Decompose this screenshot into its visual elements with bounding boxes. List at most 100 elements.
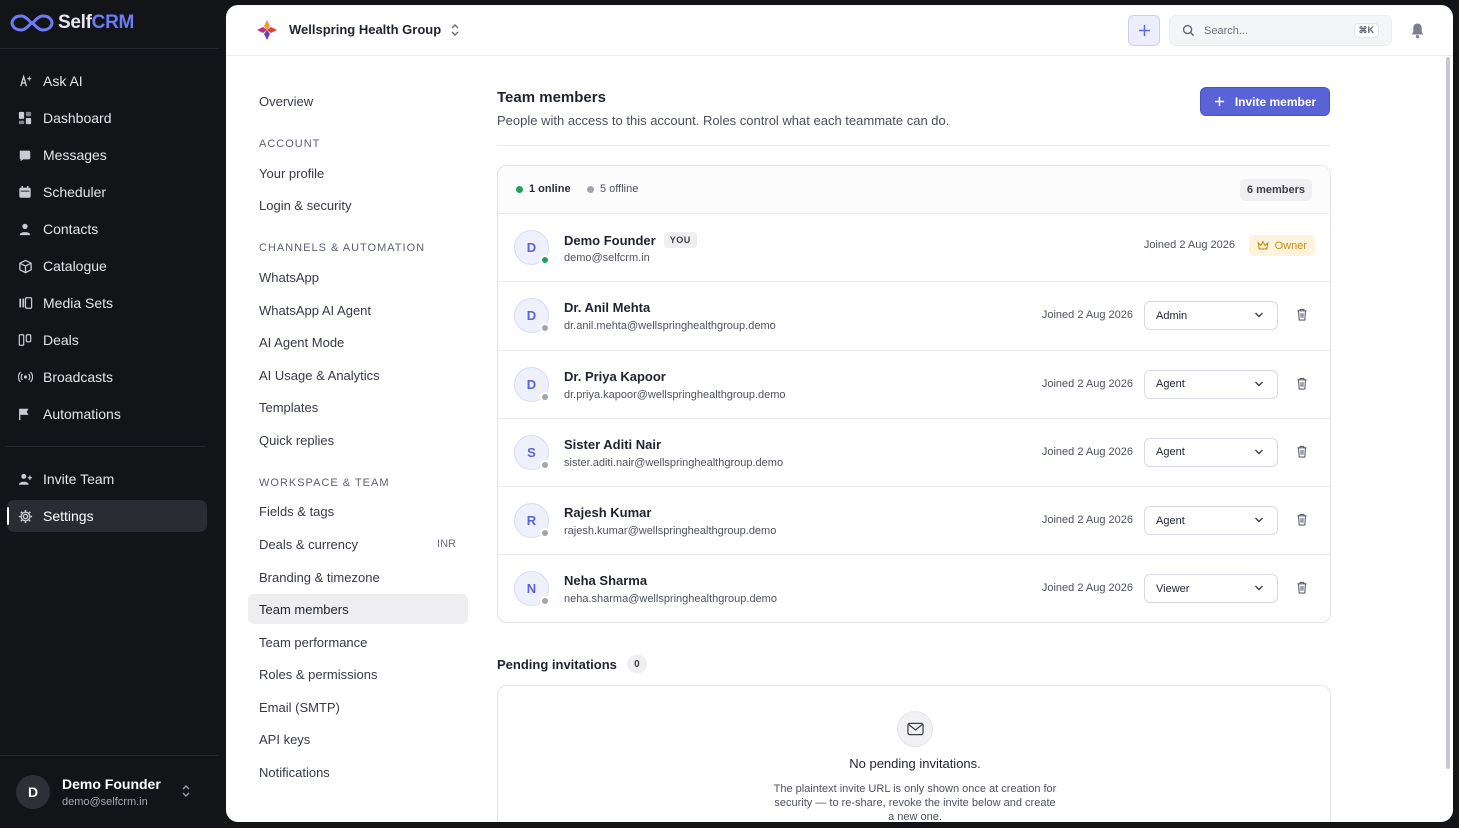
settings-nav-fields-tags[interactable]: Fields & tags xyxy=(248,496,468,526)
member-joined: Joined 2 Aug 2026 xyxy=(1041,582,1133,595)
user-name: Demo Founder xyxy=(62,776,161,792)
delete-member-icon[interactable] xyxy=(1296,377,1308,395)
currency-badge: INR xyxy=(437,538,456,550)
box-icon xyxy=(17,258,33,274)
pending-invitations-card: No pending invitations. The plaintext in… xyxy=(497,685,1331,822)
global-search[interactable]: ⌘K xyxy=(1169,15,1392,46)
sidebar-item-scheduler[interactable]: Scheduler xyxy=(7,176,207,208)
role-select[interactable]: Viewer xyxy=(1144,574,1278,604)
delete-member-icon[interactable] xyxy=(1296,513,1308,531)
delete-member-icon[interactable] xyxy=(1296,581,1308,599)
settings-nav-team-performance[interactable]: Team performance xyxy=(248,627,468,657)
settings-nav-team-members[interactable]: Team members xyxy=(248,594,468,624)
settings-nav-deals-currency[interactable]: Deals & currency INR xyxy=(248,529,468,559)
bell-icon[interactable] xyxy=(1410,22,1425,44)
sidebar-item-catalogue[interactable]: Catalogue xyxy=(7,250,207,282)
sidebar-item-media-sets[interactable]: Media Sets xyxy=(7,287,207,319)
sidebar-item-messages[interactable]: Messages xyxy=(7,139,207,171)
avatar: D xyxy=(514,366,550,402)
settings-nav-templates[interactable]: Templates xyxy=(248,392,468,422)
invite-member-button[interactable]: Invite member xyxy=(1200,87,1330,116)
org-name[interactable]: Wellspring Health Group xyxy=(289,22,441,37)
empty-state-title: No pending invitations. xyxy=(849,756,981,771)
settings-nav-whatsapp[interactable]: WhatsApp xyxy=(248,262,468,292)
dashboard-icon xyxy=(17,110,33,126)
person-icon xyxy=(17,221,33,237)
divider xyxy=(497,145,1331,146)
main-panel: Wellspring Health Group ⌘K Overview ACCO… xyxy=(226,5,1453,822)
settings-nav-whatsapp-ai-agent[interactable]: WhatsApp AI Agent xyxy=(248,295,468,325)
page-description: People with access to this account. Role… xyxy=(497,113,950,128)
member-email: demo@selfcrm.in xyxy=(564,252,650,264)
status-dot-icon xyxy=(540,459,550,470)
members-card: 1 online 5 offline 6 members D Demo Foun… xyxy=(497,165,1331,623)
avatar: N xyxy=(514,571,550,607)
settings-nav-notifications[interactable]: Notifications xyxy=(248,757,468,787)
settings-nav-api-keys[interactable]: API keys xyxy=(248,724,468,754)
chevron-up-down-icon[interactable] xyxy=(180,784,192,803)
sidebar-item-broadcasts[interactable]: Broadcasts xyxy=(7,361,207,393)
sidebar-item-label: Automations xyxy=(43,406,121,422)
settings-nav-email-smtp[interactable]: Email (SMTP) xyxy=(248,692,468,722)
gear-icon xyxy=(17,508,33,524)
settings-nav-your-profile[interactable]: Your profile xyxy=(248,158,468,188)
avatar: D xyxy=(514,230,550,265)
sidebar-item-dashboard[interactable]: Dashboard xyxy=(7,102,207,134)
table-row: D Dr. Anil Mehta dr.anil.mehta@wellsprin… xyxy=(498,282,1330,351)
quick-add-button[interactable] xyxy=(1128,15,1160,46)
search-input[interactable] xyxy=(1204,24,1344,37)
scrollbar[interactable] xyxy=(1446,57,1450,769)
role-select[interactable]: Agent xyxy=(1144,369,1278,399)
delete-member-icon[interactable] xyxy=(1296,308,1308,326)
settings-nav-roles-permissions[interactable]: Roles & permissions xyxy=(248,659,468,689)
settings-nav-ai-agent-mode[interactable]: AI Agent Mode xyxy=(248,327,468,357)
settings-nav-ai-usage[interactable]: AI Usage & Analytics xyxy=(248,360,468,390)
table-row: D Dr. Priya Kapoor dr.priya.kapoor@wells… xyxy=(498,351,1330,419)
settings-nav-login-security[interactable]: Login & security xyxy=(248,190,468,220)
role-select[interactable]: Agent xyxy=(1144,437,1278,467)
sidebar-item-deals[interactable]: Deals xyxy=(7,324,207,356)
empty-state-note: The plaintext invite URL is only shown o… xyxy=(773,783,1057,822)
sidebar-item-label: Dashboard xyxy=(43,110,112,126)
crown-icon xyxy=(1257,240,1269,250)
user-email: demo@selfcrm.in xyxy=(62,796,148,808)
settings-section-heading: WORKSPACE & TEAM xyxy=(259,477,390,489)
offline-count: 5 offline xyxy=(587,183,638,195)
sidebar-item-settings[interactable]: Settings xyxy=(7,500,207,532)
online-count: 1 online xyxy=(516,183,571,195)
brand-name: SelfCRM xyxy=(58,12,135,33)
member-name: Neha Sharma xyxy=(564,573,648,589)
chevron-down-icon xyxy=(1254,515,1264,528)
member-name: Dr. Anil Mehta xyxy=(564,300,651,316)
settings-nav-branding-timezone[interactable]: Branding & timezone xyxy=(248,562,468,592)
sidebar-item-invite-team[interactable]: Invite Team xyxy=(7,463,207,495)
pending-count-badge: 0 xyxy=(626,655,647,673)
user-plus-icon xyxy=(17,471,33,487)
sidebar-item-contacts[interactable]: Contacts xyxy=(7,213,207,245)
table-row: R Rajesh Kumar rajesh.kumar@wellspringhe… xyxy=(498,487,1330,556)
sparkle-icon xyxy=(17,73,33,89)
sidebar-item-label: Deals xyxy=(43,332,79,348)
sidebar-item-ask-ai[interactable]: Ask AI xyxy=(7,65,207,97)
member-email: neha.sharma@wellspringhealthgroup.demo xyxy=(564,593,777,606)
user-menu[interactable]: D Demo Founder demo@selfcrm.in xyxy=(0,756,219,828)
sidebar-item-label: Invite Team xyxy=(43,471,115,487)
chevron-down-icon xyxy=(1254,379,1264,392)
role-select[interactable]: Agent xyxy=(1144,506,1278,536)
member-name: Sister Aditi Nair xyxy=(564,436,662,452)
sidebar-item-label: Scheduler xyxy=(43,184,107,200)
role-select[interactable]: Admin xyxy=(1144,301,1278,331)
mail-icon xyxy=(897,711,933,747)
delete-member-icon[interactable] xyxy=(1296,445,1308,463)
member-email: dr.anil.mehta@wellspringhealthgroup.demo xyxy=(564,320,776,333)
settings-nav-quick-replies[interactable]: Quick replies xyxy=(248,425,468,455)
brand-logo[interactable]: SelfCRM xyxy=(10,10,134,36)
table-row: S Sister Aditi Nair sister.aditi.nair@we… xyxy=(498,419,1330,488)
settings-nav-overview[interactable]: Overview xyxy=(248,86,468,116)
chevron-up-down-icon[interactable] xyxy=(449,23,461,42)
sidebar-item-automations[interactable]: Automations xyxy=(7,398,207,430)
sidebar-item-label: Ask AI xyxy=(43,73,83,89)
status-dot-icon xyxy=(540,391,550,402)
flag-icon xyxy=(17,406,33,422)
members-summary: 1 online 5 offline 6 members xyxy=(498,166,1330,214)
